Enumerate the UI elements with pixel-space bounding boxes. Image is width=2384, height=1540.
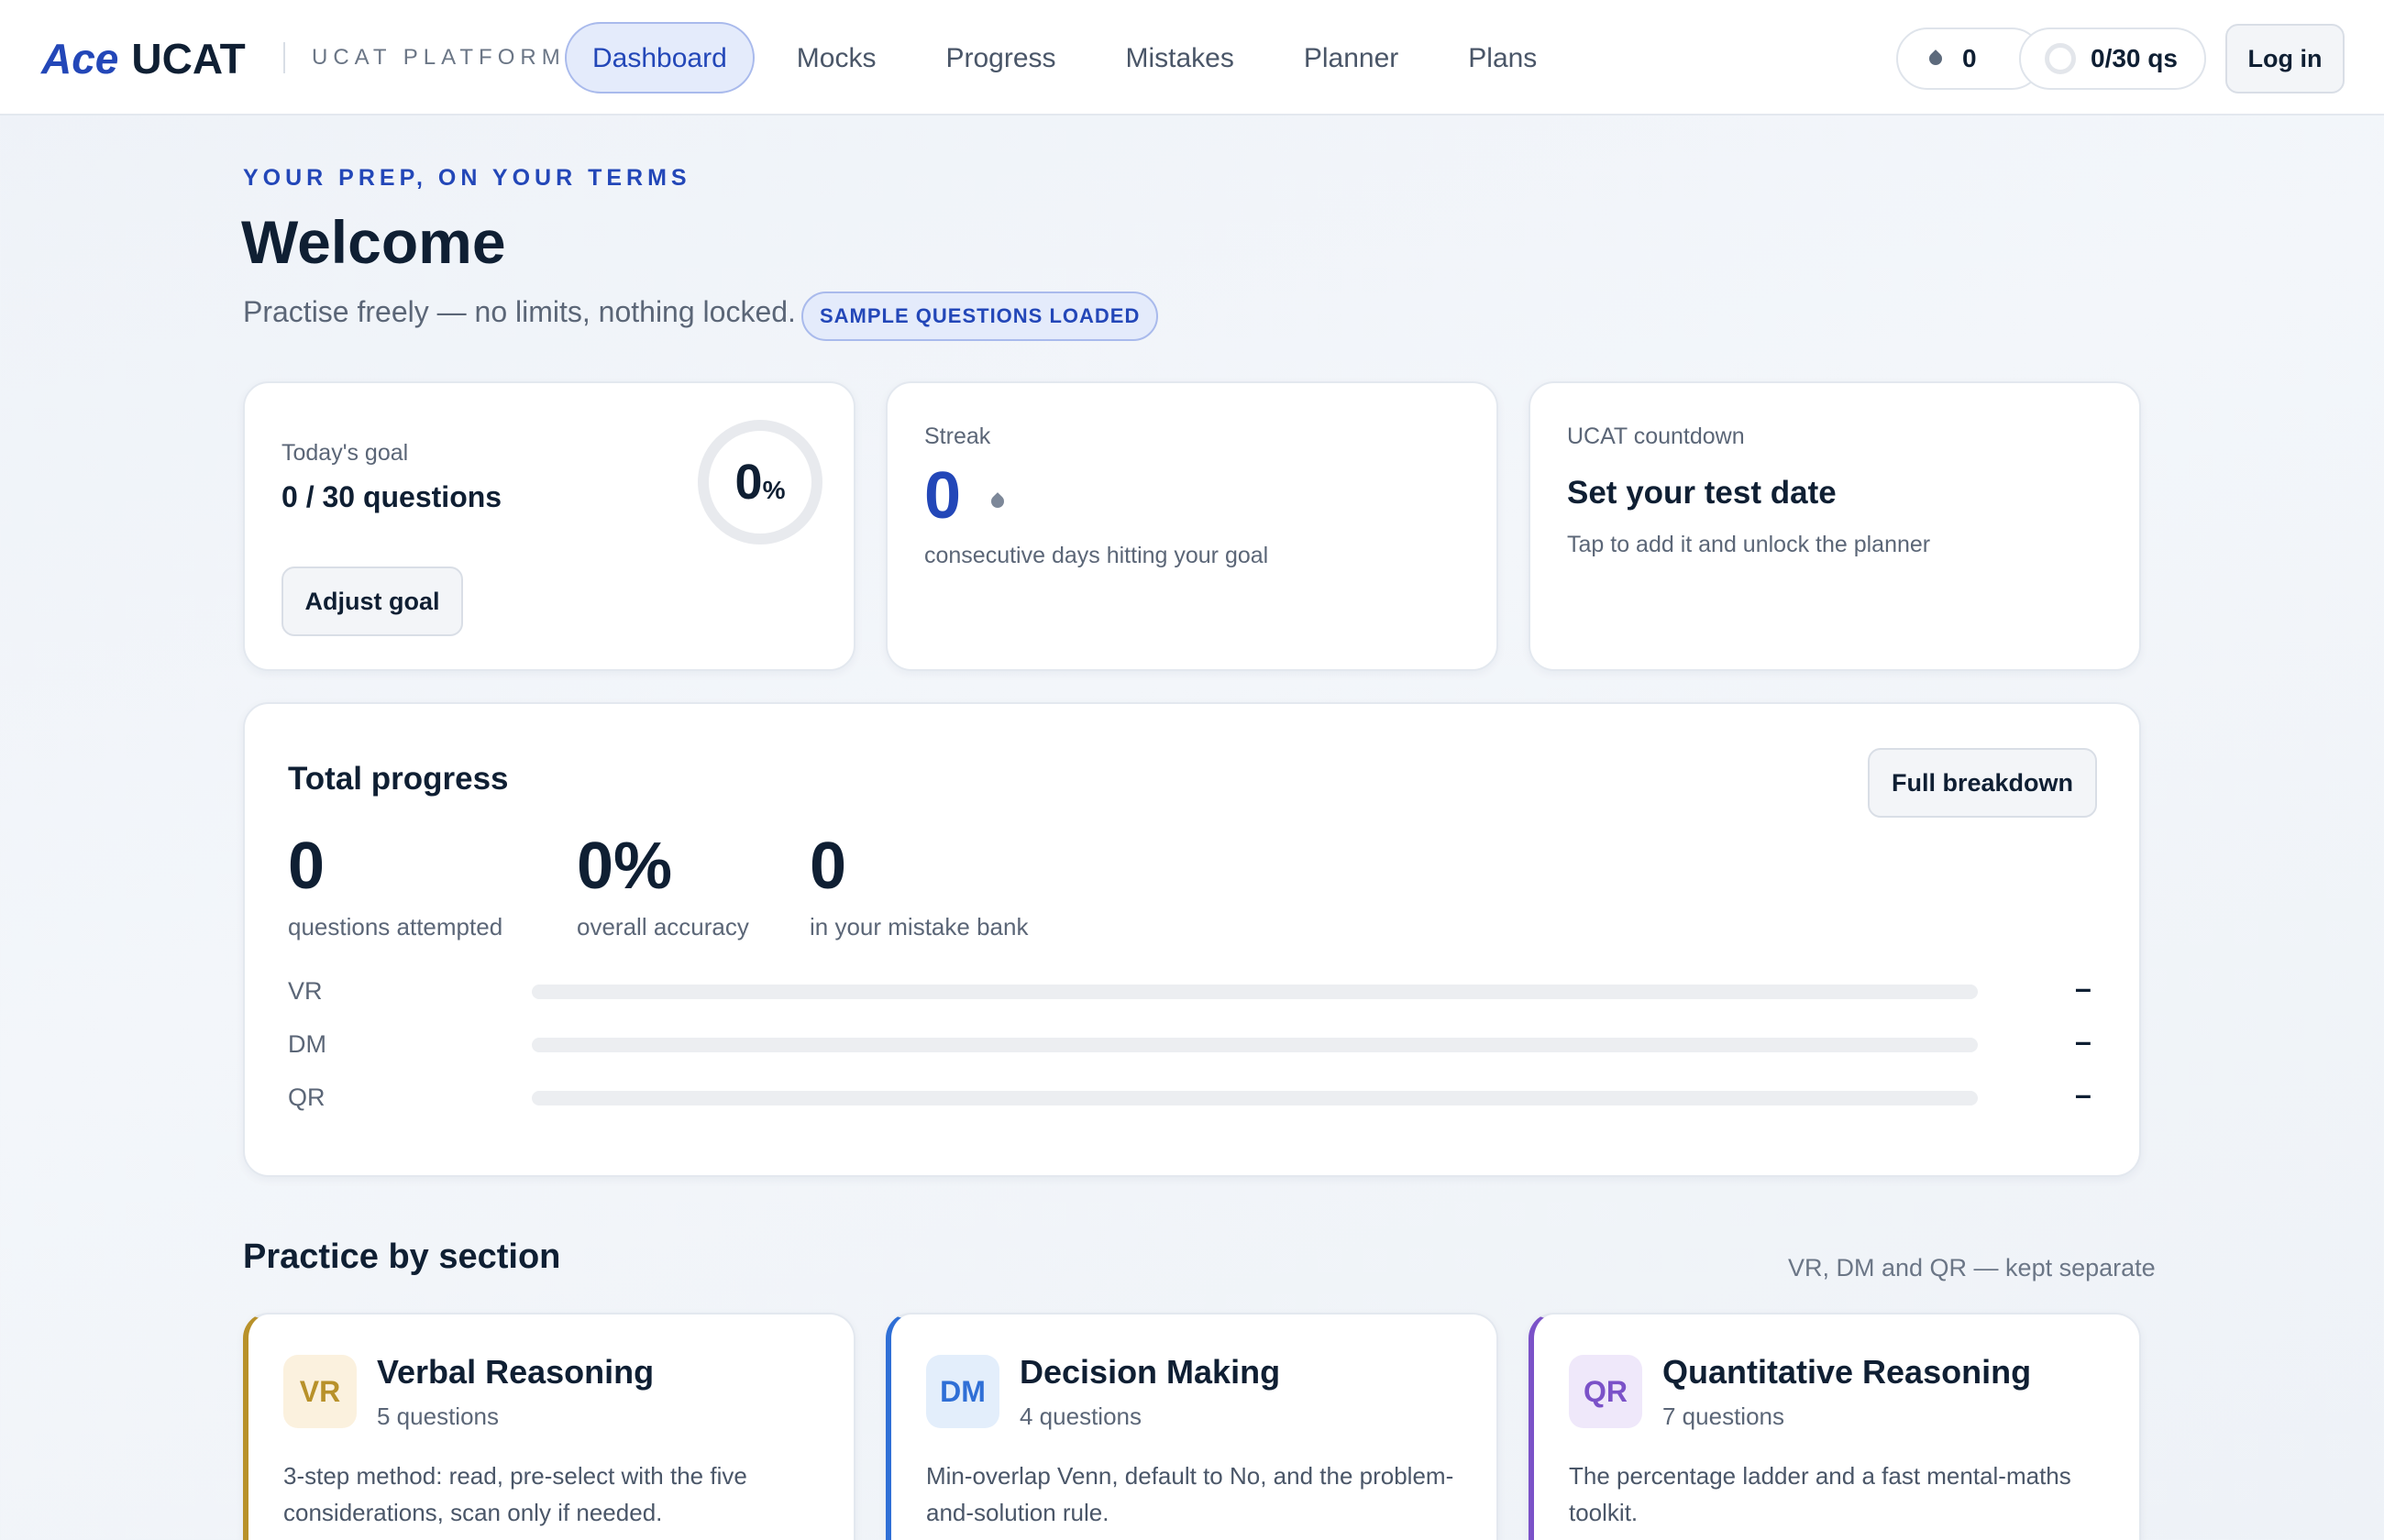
stat-questions-attempted-label: questions attempted [288,913,503,940]
todays-goal-card: Today's goal 0 / 30 questions 0 % Adjust… [243,381,855,671]
login-button[interactable]: Log in [2225,24,2345,94]
goal-value: 0 / 30 questions [281,480,502,513]
total-progress-title: Total progress [288,761,509,797]
goal-label: Today's goal [281,440,409,466]
ace-ucat-logo[interactable]: Ace UCAT [41,31,246,86]
goal-progress-ring: 0 % [698,420,822,544]
nav-mistakes[interactable]: Mistakes [1098,22,1262,94]
platform-label: UCAT PLATFORM [312,45,566,70]
nav-dashboard[interactable]: Dashboard [565,22,755,94]
bar-track-vr [532,984,1978,999]
adjust-goal-button[interactable]: Adjust goal [281,566,463,636]
streak-card: Streak 0 consecutive days hitting your g… [886,381,1498,671]
practice-section-title: Practice by section [243,1238,561,1276]
section-badge-dm: DM [926,1355,999,1428]
section-badge-qr: QR [1569,1355,1642,1428]
total-progress-card: Total progress Full breakdown 0 question… [243,702,2141,1177]
progress-ring-icon [2045,43,2076,74]
stat-overall-accuracy-label: overall accuracy [577,913,749,940]
logo-ucat-text: UCAT [131,35,246,82]
stat-mistake-bank-label: in your mistake bank [810,913,1029,940]
bar-track-qr [532,1091,1978,1106]
main-nav: Dashboard Mocks Progress Mistakes Planne… [565,22,1579,94]
countdown-caption: Tap to add it and unlock the planner [1567,532,1931,557]
section-count-vr: 5 questions [377,1402,499,1430]
nav-mocks[interactable]: Mocks [769,22,904,94]
bar-value-vr: – [2075,972,2092,1005]
logo-divider [283,42,285,73]
nav-planner[interactable]: Planner [1276,22,1426,94]
stat-mistake-bank-value: 0 [810,830,847,903]
streak-value: 0 [924,459,962,533]
bar-value-qr: – [2075,1078,2092,1111]
streak-drop-icon [988,492,1007,511]
sample-questions-badge: SAMPLE QUESTIONS LOADED [801,292,1159,341]
streak-pill-count: 0 [1962,44,1977,72]
goal-percent-sign: % [762,476,786,504]
bar-value-dm: – [2075,1025,2092,1058]
bar-label-dm: DM [288,1030,326,1058]
hero-eyebrow: YOUR PREP, ON YOUR TERMS [243,165,691,191]
top-navigation-bar: Ace UCAT UCAT PLATFORM Dashboard Mocks P… [0,0,2384,116]
nav-plans[interactable]: Plans [1440,22,1564,94]
section-desc-qr: The percentage ladder and a fast mental-… [1569,1462,2071,1526]
goal-percent: 0 [734,455,763,510]
bar-track-dm [532,1038,1978,1052]
page-title: Welcome [241,208,506,276]
section-name-vr: Verbal Reasoning [377,1353,655,1391]
section-badge-vr: VR [283,1355,357,1428]
section-count-qr: 7 questions [1662,1402,1784,1430]
section-name-qr: Quantitative Reasoning [1662,1353,2032,1391]
streak-label: Streak [924,424,991,449]
nav-progress[interactable]: Progress [918,22,1083,94]
stat-overall-accuracy-value: 0% [577,830,673,903]
bar-label-qr: QR [288,1084,326,1111]
section-card-verbal-reasoning[interactable]: VR Verbal Reasoning 5 questions 3-step m… [243,1313,855,1540]
stat-questions-attempted-value: 0 [288,830,326,903]
section-card-quantitative-reasoning[interactable]: QR Quantitative Reasoning 7 questions Th… [1529,1313,2141,1540]
bar-label-vr: VR [288,977,323,1005]
countdown-title: Set your test date [1567,475,1837,511]
flame-drop-icon [1926,50,1945,68]
section-card-decision-making[interactable]: DM Decision Making 4 questions Min-overl… [886,1313,1498,1540]
countdown-label: UCAT countdown [1567,424,1745,449]
daily-goal-pill[interactable]: 0/30 qs [2019,28,2206,90]
logo-ace-text: Ace [41,35,119,82]
practice-section-note: VR, DM and QR — kept separate [1788,1254,2156,1282]
full-breakdown-button[interactable]: Full breakdown [1868,748,2097,818]
ucat-countdown-card[interactable]: UCAT countdown Set your test date Tap to… [1529,381,2141,671]
section-desc-dm: Min-overlap Venn, default to No, and the… [926,1462,1454,1526]
section-count-dm: 4 questions [1020,1402,1142,1430]
section-desc-vr: 3-step method: read, pre-select with the… [283,1462,747,1526]
daily-goal-pill-text: 0/30 qs [2091,44,2178,72]
section-name-dm: Decision Making [1020,1353,1281,1391]
streak-caption: consecutive days hitting your goal [924,543,1269,568]
hero-subtitle: Practise freely — no limits, nothing loc… [243,295,796,328]
